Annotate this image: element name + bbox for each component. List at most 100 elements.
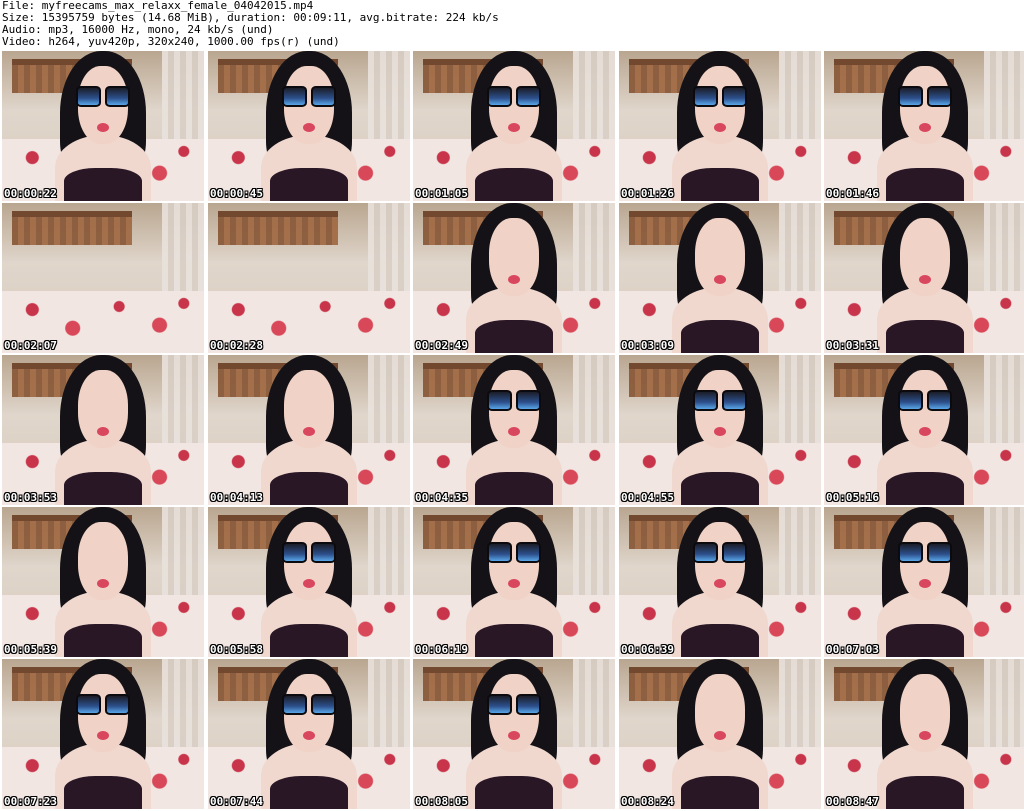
lips xyxy=(303,579,315,588)
face xyxy=(283,370,335,448)
bed-headboard xyxy=(218,211,338,245)
sunglasses-lens xyxy=(897,85,923,107)
lips xyxy=(714,123,726,132)
sunglasses xyxy=(897,85,953,107)
sunglasses-lens xyxy=(927,85,953,107)
sunglasses xyxy=(281,693,337,715)
sunglasses-lens xyxy=(722,541,748,563)
person-figure xyxy=(260,51,358,201)
video-thumbnail: 00:01:26 xyxy=(619,51,821,201)
video-info-text: Video: h264, yuv420p, 320x240, 1000.00 f… xyxy=(2,35,340,48)
person-figure xyxy=(54,659,152,809)
person-figure xyxy=(876,51,974,201)
person-figure xyxy=(54,507,152,657)
clothing-top xyxy=(64,168,142,201)
thumbnail-timestamp: 00:04:55 xyxy=(621,491,674,504)
video-thumbnail: 00:07:23 xyxy=(2,659,204,809)
video-thumbnail: 00:08:47 xyxy=(824,659,1024,809)
sunglasses xyxy=(692,389,748,411)
person-figure xyxy=(671,507,769,657)
sunglasses-lens xyxy=(486,541,512,563)
lips xyxy=(714,427,726,436)
sunglasses-lens xyxy=(692,85,718,107)
video-thumbnail: 00:05:16 xyxy=(824,355,1024,505)
video-thumbnail: 00:07:44 xyxy=(208,659,410,809)
person-figure xyxy=(671,51,769,201)
face xyxy=(899,218,951,296)
person-figure xyxy=(671,355,769,505)
thumbnail-timestamp: 00:06:39 xyxy=(621,643,674,656)
thumbnail-timestamp: 00:03:31 xyxy=(826,339,879,352)
sunglasses xyxy=(486,693,542,715)
thumbnail-timestamp: 00:00:22 xyxy=(4,187,57,200)
lips xyxy=(714,275,726,284)
clothing-top xyxy=(475,472,553,505)
video-thumbnail: 00:02:28 xyxy=(208,203,410,353)
clothing-top xyxy=(475,776,553,809)
person-figure xyxy=(260,355,358,505)
video-thumbnail: 00:01:46 xyxy=(824,51,1024,201)
video-thumbnail: 00:03:09 xyxy=(619,203,821,353)
sunglasses xyxy=(281,541,337,563)
person-figure xyxy=(876,659,974,809)
video-thumbnail: 00:04:55 xyxy=(619,355,821,505)
face xyxy=(77,522,129,600)
face xyxy=(694,218,746,296)
thumbnail-grid: 00:00:22 00:00:45 00:01:05 00:01:26 00:01:46… xyxy=(0,51,1024,811)
lips xyxy=(97,579,109,588)
lips xyxy=(714,731,726,740)
thumbnail-timestamp: 00:01:26 xyxy=(621,187,674,200)
sunglasses-lens xyxy=(75,85,101,107)
face xyxy=(694,674,746,752)
video-thumbnail: 00:05:58 xyxy=(208,507,410,657)
video-thumbnail: 00:08:05 xyxy=(413,659,615,809)
sunglasses xyxy=(486,85,542,107)
lips xyxy=(508,275,520,284)
clothing-top xyxy=(475,168,553,201)
sunglasses-lens xyxy=(486,693,512,715)
face xyxy=(488,218,540,296)
lips xyxy=(919,579,931,588)
sunglasses xyxy=(486,389,542,411)
clothing-top xyxy=(886,776,964,809)
lips xyxy=(508,579,520,588)
person-figure xyxy=(465,203,563,353)
face xyxy=(77,370,129,448)
clothing-top xyxy=(681,472,759,505)
thumbnail-timestamp: 00:01:05 xyxy=(415,187,468,200)
video-thumbnail: 00:03:53 xyxy=(2,355,204,505)
video-thumbnail: 00:03:31 xyxy=(824,203,1024,353)
face xyxy=(899,674,951,752)
video-thumbnail: 00:07:03 xyxy=(824,507,1024,657)
sunglasses-lens xyxy=(516,693,542,715)
sunglasses-lens xyxy=(75,693,101,715)
person-figure xyxy=(671,203,769,353)
sunglasses-lens xyxy=(105,693,131,715)
thumbnail-timestamp: 00:08:05 xyxy=(415,795,468,808)
sunglasses xyxy=(75,693,131,715)
person-figure xyxy=(465,507,563,657)
person-figure xyxy=(260,659,358,809)
person-figure xyxy=(54,355,152,505)
sunglasses-lens xyxy=(516,389,542,411)
sunglasses xyxy=(75,85,131,107)
sunglasses-lens xyxy=(927,389,953,411)
thumbnail-timestamp: 00:05:58 xyxy=(210,643,263,656)
lips xyxy=(919,731,931,740)
thumbnail-timestamp: 00:02:49 xyxy=(415,339,468,352)
clothing-top xyxy=(475,624,553,657)
thumbnail-timestamp: 00:07:23 xyxy=(4,795,57,808)
thumbnail-timestamp: 00:05:16 xyxy=(826,491,879,504)
bed-headboard xyxy=(12,211,132,245)
sunglasses-lens xyxy=(281,85,307,107)
person-figure xyxy=(465,355,563,505)
clothing-top xyxy=(886,624,964,657)
lips xyxy=(508,123,520,132)
lips xyxy=(919,123,931,132)
video-thumbnail: 00:04:35 xyxy=(413,355,615,505)
sunglasses-lens xyxy=(516,85,542,107)
clothing-top xyxy=(475,320,553,353)
thumbnail-timestamp: 00:08:24 xyxy=(621,795,674,808)
sunglasses-lens xyxy=(486,389,512,411)
sunglasses-lens xyxy=(105,85,131,107)
